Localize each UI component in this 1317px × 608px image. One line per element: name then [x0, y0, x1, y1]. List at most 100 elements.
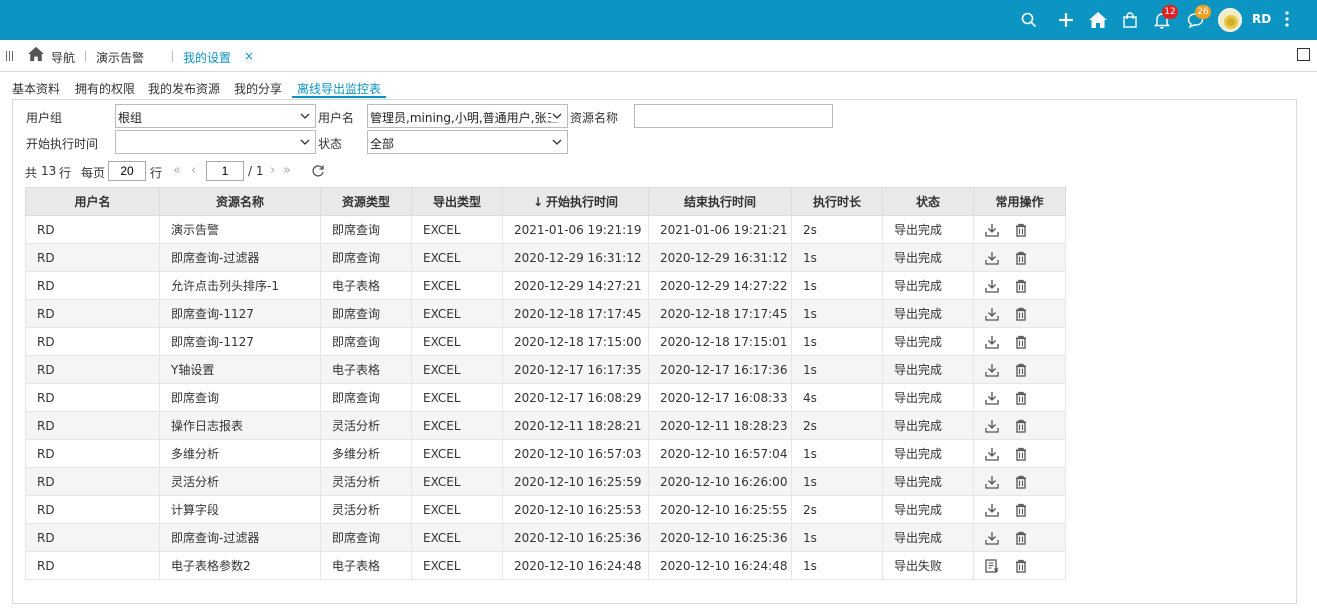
chat-icon[interactable]: 26 [1183, 5, 1211, 32]
subtab-my-shares[interactable]: 我的分享 [234, 80, 282, 97]
per-page-input[interactable] [108, 161, 146, 181]
home-icon[interactable] [1086, 8, 1110, 32]
col-header-end-time[interactable]: 结束执行时间 [648, 187, 792, 216]
delete-icon[interactable] [1013, 446, 1029, 462]
user-name[interactable]: RD [1252, 12, 1271, 26]
username-select[interactable]: 管理员,mining,小明,普通用户,张三 [367, 104, 568, 128]
col-header-resource-name[interactable]: 资源名称 [159, 187, 321, 216]
subtab-permissions[interactable]: 拥有的权限 [75, 80, 135, 97]
col-header-resource-type[interactable]: 资源类型 [320, 187, 412, 216]
table-row[interactable]: RD 电子表格参数2 电子表格 EXCEL 2020-12-10 16:24:48 202… [25, 551, 1066, 580]
table-row[interactable]: RD 即席查询 即席查询 EXCEL 2020-12-17 16:08:29 2020-1… [25, 383, 1066, 412]
download-icon[interactable] [984, 390, 1000, 406]
subtab-published-resources[interactable]: 我的发布资源 [148, 80, 220, 97]
download-icon[interactable] [984, 250, 1000, 266]
more-icon[interactable] [1285, 10, 1289, 31]
avatar[interactable] [1218, 8, 1242, 32]
shop-bag-icon[interactable] [1118, 8, 1142, 32]
table-row[interactable]: RD 即席查询-过滤器 即席查询 EXCEL 2020-12-10 16:25:36 20… [25, 523, 1066, 552]
delete-icon[interactable] [1013, 306, 1029, 322]
cell-username: RD [25, 243, 160, 272]
cell-username: RD [25, 383, 160, 412]
col-header-username[interactable]: 用户名 [25, 187, 160, 216]
plus-icon[interactable] [1054, 8, 1078, 32]
start-time-label: 开始执行时间 [26, 137, 99, 151]
bell-icon[interactable]: 12 [1150, 5, 1178, 32]
cell-export-type: EXCEL [411, 355, 503, 384]
col-header-export-type[interactable]: 导出类型 [411, 187, 503, 216]
download-icon[interactable] [984, 306, 1000, 322]
delete-icon[interactable] [1013, 502, 1029, 518]
tab-my-settings[interactable]: 我的设置 [183, 49, 231, 66]
refresh-icon[interactable] [311, 164, 325, 181]
close-icon[interactable]: × [244, 49, 254, 63]
download-icon[interactable] [984, 446, 1000, 462]
delete-icon[interactable] [1013, 558, 1029, 574]
home-icon[interactable] [27, 46, 45, 65]
cell-start-time: 2020-12-29 16:31:12 [502, 243, 649, 272]
search-icon[interactable] [1017, 8, 1041, 32]
drag-handle-icon[interactable] [6, 51, 13, 61]
download-icon[interactable] [984, 334, 1000, 350]
table-row[interactable]: RD 计算字段 灵活分析 EXCEL 2020-12-10 16:25:53 2020-1… [25, 495, 1066, 524]
cell-resource-type: 即席查询 [320, 215, 412, 244]
table-row[interactable]: RD 即席查询-1127 即席查询 EXCEL 2020-12-18 17:15:00 2… [25, 327, 1066, 356]
delete-icon[interactable] [1013, 474, 1029, 490]
col-header-status[interactable]: 状态 [882, 187, 974, 216]
cell-operations [973, 215, 1066, 244]
page-input[interactable] [206, 161, 244, 181]
usergroup-select[interactable]: 根组 [115, 104, 316, 128]
cell-username: RD [25, 215, 160, 244]
download-icon[interactable] [984, 278, 1000, 294]
download-icon[interactable] [984, 362, 1000, 378]
delete-icon[interactable] [1013, 334, 1029, 350]
cell-status: 导出完成 [882, 299, 974, 328]
download-icon[interactable] [984, 418, 1000, 434]
cell-status: 导出完成 [882, 215, 974, 244]
table-row[interactable]: RD 多维分析 多维分析 EXCEL 2020-12-10 16:57:03 2020-1… [25, 439, 1066, 468]
cell-resource-name: 即席查询 [159, 383, 321, 412]
start-time-select[interactable] [115, 130, 316, 154]
chevron-down-icon [300, 113, 310, 119]
delete-icon[interactable] [1013, 418, 1029, 434]
table-row[interactable]: RD 即席查询-过滤器 即席查询 EXCEL 2020-12-29 16:31:12 20… [25, 243, 1066, 272]
table-row[interactable]: RD 操作日志报表 灵活分析 EXCEL 2020-12-11 18:28:21 2020… [25, 411, 1066, 440]
log-icon[interactable] [984, 558, 1000, 574]
delete-icon[interactable] [1013, 390, 1029, 406]
cell-resource-name: Y轴设置 [159, 355, 321, 384]
delete-icon[interactable] [1013, 530, 1029, 546]
download-icon[interactable] [984, 530, 1000, 546]
tab-nav[interactable]: 导航 [51, 49, 75, 66]
download-icon[interactable] [984, 474, 1000, 490]
maximize-icon[interactable] [1297, 48, 1310, 61]
delete-icon[interactable] [1013, 250, 1029, 266]
next-page-icon[interactable]: › [270, 163, 275, 178]
table-row[interactable]: RD 即席查询-1127 即席查询 EXCEL 2020-12-18 17:17:45 2… [25, 299, 1066, 328]
download-icon[interactable] [984, 502, 1000, 518]
last-page-icon[interactable]: » [283, 163, 291, 178]
status-select[interactable]: 全部 [367, 130, 568, 154]
subtab-offline-export-monitor[interactable]: 离线导出监控表 [297, 80, 381, 97]
prev-page-icon[interactable]: ‹ [191, 163, 196, 178]
table-row[interactable]: RD 演示告警 即席查询 EXCEL 2021-01-06 19:21:19 2021-0… [25, 215, 1066, 244]
delete-icon[interactable] [1013, 222, 1029, 238]
cell-duration: 1s [791, 355, 883, 384]
cell-start-time: 2020-12-10 16:25:59 [502, 467, 649, 496]
active-tab-indicator [292, 96, 386, 98]
cell-operations [973, 355, 1066, 384]
first-page-icon[interactable]: « [173, 163, 181, 178]
table-row[interactable]: RD 灵活分析 灵活分析 EXCEL 2020-12-10 16:25:59 2020-1… [25, 467, 1066, 496]
cell-status: 导出完成 [882, 355, 974, 384]
col-header-duration[interactable]: 执行时长 [791, 187, 883, 216]
export-monitor-table: 用户名 资源名称 资源类型 导出类型 ↓ 开始执行时间 结束执行时间 执行时长 状… [25, 187, 1066, 580]
table-row[interactable]: RD 允许点击列头排序-1 电子表格 EXCEL 2020-12-29 14:27:21… [25, 271, 1066, 300]
subtab-basic-info[interactable]: 基本资料 [12, 80, 60, 97]
download-icon[interactable] [984, 222, 1000, 238]
cell-duration: 4s [791, 383, 883, 412]
col-header-start-time[interactable]: ↓ 开始执行时间 [502, 187, 649, 216]
delete-icon[interactable] [1013, 278, 1029, 294]
table-row[interactable]: RD Y轴设置 电子表格 EXCEL 2020-12-17 16:17:35 2020-1… [25, 355, 1066, 384]
tab-demo-alert[interactable]: 演示告警 [96, 49, 144, 66]
delete-icon[interactable] [1013, 362, 1029, 378]
resource-name-input[interactable] [634, 104, 833, 128]
